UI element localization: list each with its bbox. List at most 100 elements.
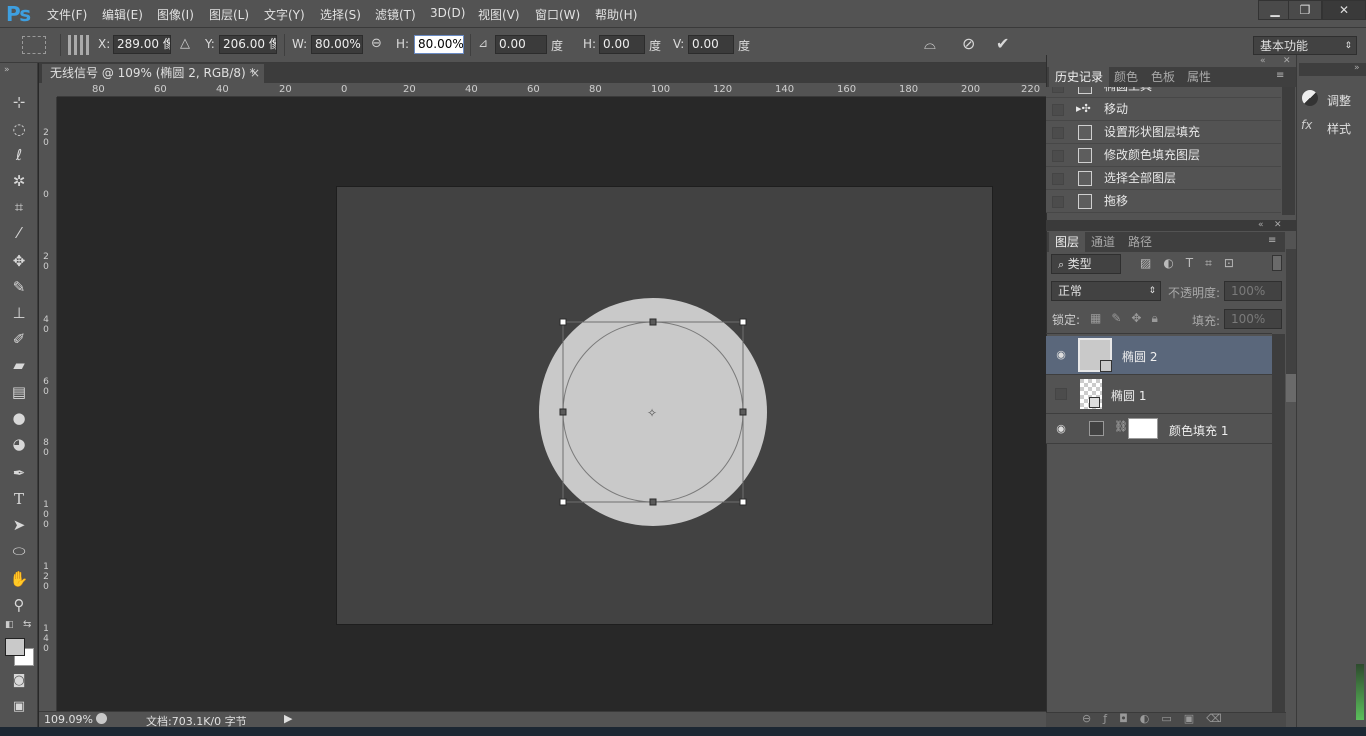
- panel-close-icon[interactable]: ✕: [1283, 56, 1291, 66]
- document-tab[interactable]: 无线信号 @ 109% (椭圆 2, RGB/8) * ×: [42, 64, 264, 83]
- handle-bottom-right[interactable]: [739, 498, 747, 506]
- styles-label[interactable]: 样式: [1327, 120, 1351, 137]
- cancel-transform-icon[interactable]: ⊘: [962, 34, 975, 53]
- path-selection-tool-icon[interactable]: ➤: [8, 514, 30, 536]
- history-item[interactable]: 拖移: [1046, 190, 1281, 213]
- marquee-tool-icon[interactable]: ◌: [8, 118, 30, 140]
- zoom-level[interactable]: 109.09%: [44, 713, 93, 726]
- y-field[interactable]: 206.00 像素: [219, 35, 277, 54]
- fill-field[interactable]: 100%: [1224, 309, 1282, 329]
- reference-point-icon[interactable]: [68, 35, 90, 55]
- menu-type[interactable]: 文字(Y): [264, 6, 305, 23]
- styles-fx-icon[interactable]: fx: [1301, 118, 1312, 132]
- opacity-field[interactable]: 100%: [1224, 281, 1282, 301]
- menu-select[interactable]: 选择(S): [320, 6, 361, 23]
- hskew-field[interactable]: 0.00: [599, 35, 645, 54]
- history-item[interactable]: 设置形状图层填充: [1046, 121, 1281, 144]
- vskew-field[interactable]: 0.00: [688, 35, 734, 54]
- history-item[interactable]: 选择全部图层: [1046, 167, 1281, 190]
- eyedropper-tool-icon[interactable]: ⁄: [8, 222, 30, 244]
- tab-channels[interactable]: 通道: [1085, 232, 1121, 252]
- dock-scroll-thumb[interactable]: [1286, 374, 1296, 402]
- layer-footer-icons[interactable]: ⊖ƒ◘◐▭▣⌫: [1082, 712, 1234, 725]
- blend-mode-select[interactable]: 正常 ⇕: [1051, 281, 1161, 301]
- filter-toggle[interactable]: [1272, 255, 1282, 271]
- crop-tool-icon[interactable]: ⌗: [8, 196, 30, 218]
- default-colors-icon[interactable]: ◧: [5, 620, 14, 630]
- visibility-eye-icon[interactable]: ◉: [1055, 349, 1067, 361]
- rotate-field[interactable]: 0.00: [495, 35, 547, 54]
- close-tab-icon[interactable]: ×: [250, 64, 260, 83]
- gradient-tool-icon[interactable]: ▤: [8, 381, 30, 403]
- layers-close-icon[interactable]: ✕: [1274, 220, 1282, 230]
- brush-tool-icon[interactable]: ✎: [8, 276, 30, 298]
- menu-filter[interactable]: 滤镜(T): [375, 6, 416, 23]
- history-item[interactable]: 椭圆工具: [1046, 87, 1281, 98]
- dodge-tool-icon[interactable]: ◕: [8, 433, 30, 455]
- layer-filter-icons[interactable]: ▨◐T⌗⊡: [1140, 256, 1246, 271]
- handle-top-right[interactable]: [739, 318, 747, 326]
- tab-layers[interactable]: 图层: [1049, 232, 1086, 252]
- swap-colors-icon[interactable]: ⇆: [23, 619, 31, 630]
- tab-properties[interactable]: 属性: [1181, 67, 1217, 87]
- zoom-tool-icon[interactable]: ⚲: [8, 594, 30, 616]
- menu-help[interactable]: 帮助(H): [595, 6, 637, 23]
- lasso-tool-icon[interactable]: ℓ: [8, 144, 30, 166]
- panel-menu-icon[interactable]: ≡: [1276, 70, 1284, 81]
- link-icon[interactable]: ⊖: [371, 36, 382, 51]
- restore-button[interactable]: ❐: [1288, 0, 1322, 20]
- eraser-tool-icon[interactable]: ▰: [8, 354, 30, 376]
- delta-icon[interactable]: △: [180, 36, 190, 51]
- history-item[interactable]: ▸✣ 移动: [1046, 98, 1281, 121]
- type-tool-icon[interactable]: T: [8, 488, 30, 510]
- tab-paths[interactable]: 路径: [1122, 232, 1158, 252]
- status-info-icon[interactable]: [96, 713, 107, 724]
- status-menu-arrow-icon[interactable]: ▶: [284, 712, 292, 725]
- collapse-icon[interactable]: »: [4, 65, 10, 75]
- history-scrollbar[interactable]: [1282, 87, 1295, 215]
- visibility-eye-icon[interactable]: ◉: [1055, 423, 1067, 435]
- width-field[interactable]: 80.00%: [311, 35, 363, 54]
- horizontal-ruler[interactable]: [57, 83, 1046, 97]
- magic-wand-tool-icon[interactable]: ✲: [8, 170, 30, 192]
- quick-mask-icon[interactable]: ◙: [8, 670, 30, 692]
- panel-collapse-icon[interactable]: «: [1260, 56, 1266, 66]
- blur-tool-icon[interactable]: ●: [8, 407, 30, 429]
- layers-panel-menu-icon[interactable]: ≡: [1268, 235, 1276, 246]
- height-field[interactable]: 80.00%: [414, 35, 464, 54]
- handle-bottom[interactable]: [649, 498, 657, 506]
- menu-view[interactable]: 视图(V): [478, 6, 520, 23]
- commit-transform-icon[interactable]: ✔: [996, 34, 1009, 53]
- tab-color[interactable]: 颜色: [1108, 67, 1144, 87]
- adjustments-label[interactable]: 调整: [1327, 92, 1351, 109]
- visibility-toggle[interactable]: [1055, 388, 1067, 400]
- handle-top-left[interactable]: [559, 318, 567, 326]
- workspace-select[interactable]: 基本功能 ⇕: [1253, 36, 1357, 55]
- layer-filter-select[interactable]: ⌕ 类型: [1051, 254, 1121, 274]
- center-point-icon[interactable]: ✧: [647, 406, 657, 420]
- tab-swatches[interactable]: 色板: [1145, 67, 1181, 87]
- healing-brush-tool-icon[interactable]: ✥: [8, 250, 30, 272]
- layer-row[interactable]: ◉ 椭圆 2: [1046, 336, 1272, 375]
- layer-row[interactable]: 椭圆 1: [1046, 375, 1272, 414]
- minimize-button[interactable]: ▁: [1258, 0, 1292, 20]
- handle-top[interactable]: [649, 318, 657, 326]
- menu-window[interactable]: 窗口(W): [535, 6, 580, 23]
- ellipse-tool-icon[interactable]: ⬭: [8, 540, 30, 562]
- clone-stamp-tool-icon[interactable]: ⊥: [8, 302, 30, 324]
- x-field[interactable]: 289.00 像素: [113, 35, 171, 54]
- menu-3d[interactable]: 3D(D): [430, 6, 465, 20]
- tab-history[interactable]: 历史记录: [1049, 67, 1110, 87]
- history-item[interactable]: 修改颜色填充图层: [1046, 144, 1281, 167]
- handle-bottom-left[interactable]: [559, 498, 567, 506]
- layers-scrollbar[interactable]: [1272, 334, 1285, 712]
- menu-image[interactable]: 图像(I): [157, 6, 194, 23]
- layer-row[interactable]: ◉ ⛓ 颜色填充 1: [1046, 414, 1272, 444]
- layers-collapse-icon[interactable]: «: [1258, 220, 1264, 230]
- pen-tool-icon[interactable]: ✒: [8, 462, 30, 484]
- close-window-button[interactable]: ✕: [1322, 0, 1366, 20]
- menu-file[interactable]: 文件(F): [47, 6, 87, 23]
- menu-edit[interactable]: 编辑(E): [102, 6, 143, 23]
- screen-mode-icon[interactable]: ▣: [8, 696, 30, 718]
- transform-overlay[interactable]: ✧: [530, 290, 776, 536]
